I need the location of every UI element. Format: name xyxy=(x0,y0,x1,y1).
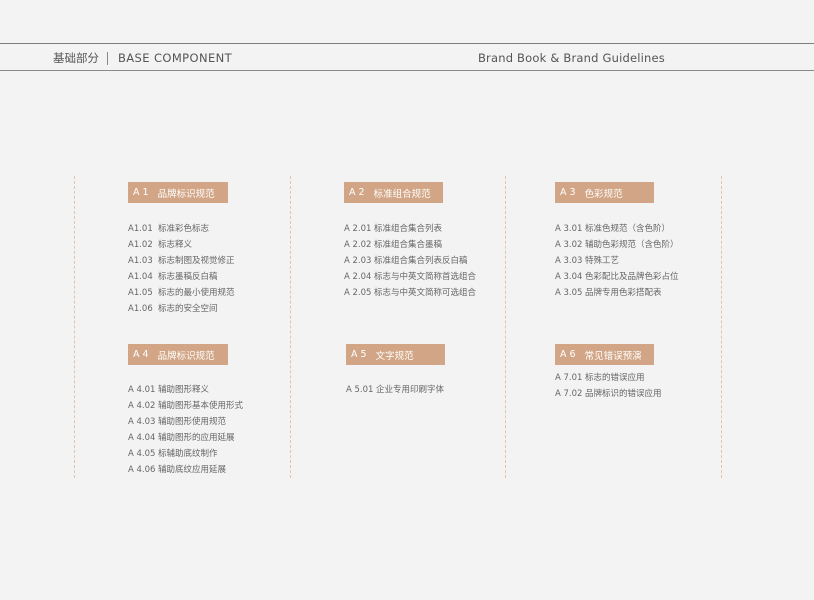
list-item[interactable]: A 3.04 色彩配比及品牌色彩占位 xyxy=(555,269,679,285)
section-items: A1.01 标准彩色标志 A1.02 标志释义 A1.03 标志制图及视觉修正 A1.… xyxy=(128,221,235,317)
list-item[interactable]: A 4.02 辅助图形基本使用形式 xyxy=(128,398,243,414)
section-tag[interactable]: A 3 色彩规范 xyxy=(555,182,654,203)
list-item[interactable]: A 3.05 品牌专用色彩搭配表 xyxy=(555,285,679,301)
section-code: A 6 xyxy=(560,349,576,360)
list-item[interactable]: A 2.01 标准组合集合列表 xyxy=(344,221,476,237)
section-a3: A 3 色彩规范 A 3.01 标准色规范（含色阶） A 3.02 辅助色彩规范（含… xyxy=(555,180,679,301)
list-item[interactable]: A 7.01 标志的错误应用 xyxy=(555,370,662,386)
list-item[interactable]: A1.02 标志释义 xyxy=(128,237,235,253)
section-a4: A 4 品牌标识规范 A 4.01 辅助图形释义 A 4.02 辅助图形基本使用形式… xyxy=(128,342,243,478)
section-items: A 4.01 辅助图形释义 A 4.02 辅助图形基本使用形式 A 4.03 辅助图形… xyxy=(128,382,243,478)
list-item[interactable]: A1.05 标志的最小使用规范 xyxy=(128,285,235,301)
header-bottom-rule xyxy=(0,70,814,71)
section-code: A 3 xyxy=(560,187,576,198)
section-title: 品牌标识规范 xyxy=(157,350,215,362)
list-item[interactable]: A 3.01 标准色规范（含色阶） xyxy=(555,221,679,237)
header-separator xyxy=(107,51,108,65)
section-tag[interactable]: A 2 标准组合规范 xyxy=(344,182,443,203)
section-title: 色彩规范 xyxy=(584,188,623,200)
section-tag[interactable]: A 5 文字规范 xyxy=(346,344,445,365)
section-tag[interactable]: A 4 品牌标识规范 xyxy=(128,344,228,365)
section-tag[interactable]: A 6 常见错误预演 xyxy=(555,344,654,365)
list-item[interactable]: A 4.04 辅助图形的应用延展 xyxy=(128,430,243,446)
section-code: A 5 xyxy=(351,349,367,360)
section-items: A 5.01 企业专用印刷字体 xyxy=(346,382,445,398)
header-top-rule xyxy=(0,43,814,44)
section-items: A 7.01 标志的错误应用 A 7.02 品牌标识的错误应用 xyxy=(555,370,662,402)
section-a2: A 2 标准组合规范 A 2.01 标准组合集合列表 A 2.02 标准组合集合墨稿… xyxy=(344,180,476,301)
list-item[interactable]: A 2.03 标准组合集合列表反白稿 xyxy=(344,253,476,269)
column-divider xyxy=(721,176,722,478)
list-item[interactable]: A1.03 标志制图及视觉修正 xyxy=(128,253,235,269)
header-cn-title: 基础部分 xyxy=(53,51,99,65)
header-left: 基础部分 BASE COMPONENT xyxy=(53,50,232,66)
header-en-title: BASE COMPONENT xyxy=(118,51,233,65)
section-a6: A 6 常见错误预演 A 7.01 标志的错误应用 A 7.02 品牌标识的错误应用 xyxy=(555,342,662,402)
list-item[interactable]: A 4.05 标辅助底纹制作 xyxy=(128,446,243,462)
list-item[interactable]: A1.06 标志的安全空间 xyxy=(128,301,235,317)
section-items: A 2.01 标准组合集合列表 A 2.02 标准组合集合墨稿 A 2.03 标准组合… xyxy=(344,221,476,301)
list-item[interactable]: A1.01 标准彩色标志 xyxy=(128,221,235,237)
list-item[interactable]: A 4.03 辅助图形使用规范 xyxy=(128,414,243,430)
column-divider xyxy=(290,176,291,478)
section-title: 文字规范 xyxy=(375,350,414,362)
column-divider xyxy=(74,176,75,478)
section-tag[interactable]: A 1 品牌标识规范 xyxy=(128,182,228,203)
section-title: 标准组合规范 xyxy=(373,188,431,200)
section-code: A 2 xyxy=(349,187,365,198)
list-item[interactable]: A1.04 标志墨稿反白稿 xyxy=(128,269,235,285)
list-item[interactable]: A 4.01 辅助图形释义 xyxy=(128,382,243,398)
list-item[interactable]: A 2.02 标准组合集合墨稿 xyxy=(344,237,476,253)
header-right-title: Brand Book & Brand Guidelines xyxy=(477,51,665,65)
list-item[interactable]: A 3.02 辅助色彩规范（含色阶） xyxy=(555,237,679,253)
section-a1: A 1 品牌标识规范 A1.01 标准彩色标志 A1.02 标志释义 A1.03 标志… xyxy=(128,180,235,317)
list-item[interactable]: A 3.03 特殊工艺 xyxy=(555,253,679,269)
section-code: A 1 xyxy=(133,187,149,198)
list-item[interactable]: A 2.04 标志与中英文简称首选组合 xyxy=(344,269,476,285)
section-items: A 3.01 标准色规范（含色阶） A 3.02 辅助色彩规范（含色阶） A 3.0… xyxy=(555,221,679,301)
section-title: 常见错误预演 xyxy=(584,350,642,362)
list-item[interactable]: A 7.02 品牌标识的错误应用 xyxy=(555,386,662,402)
list-item[interactable]: A 4.06 辅助底纹应用延展 xyxy=(128,462,243,478)
section-code: A 4 xyxy=(133,349,149,360)
section-a5: A 5 文字规范 A 5.01 企业专用印刷字体 xyxy=(346,342,445,398)
list-item[interactable]: A 5.01 企业专用印刷字体 xyxy=(346,382,445,398)
section-title: 品牌标识规范 xyxy=(157,188,215,200)
column-divider xyxy=(505,176,506,478)
list-item[interactable]: A 2.05 标志与中英文简称可选组合 xyxy=(344,285,476,301)
